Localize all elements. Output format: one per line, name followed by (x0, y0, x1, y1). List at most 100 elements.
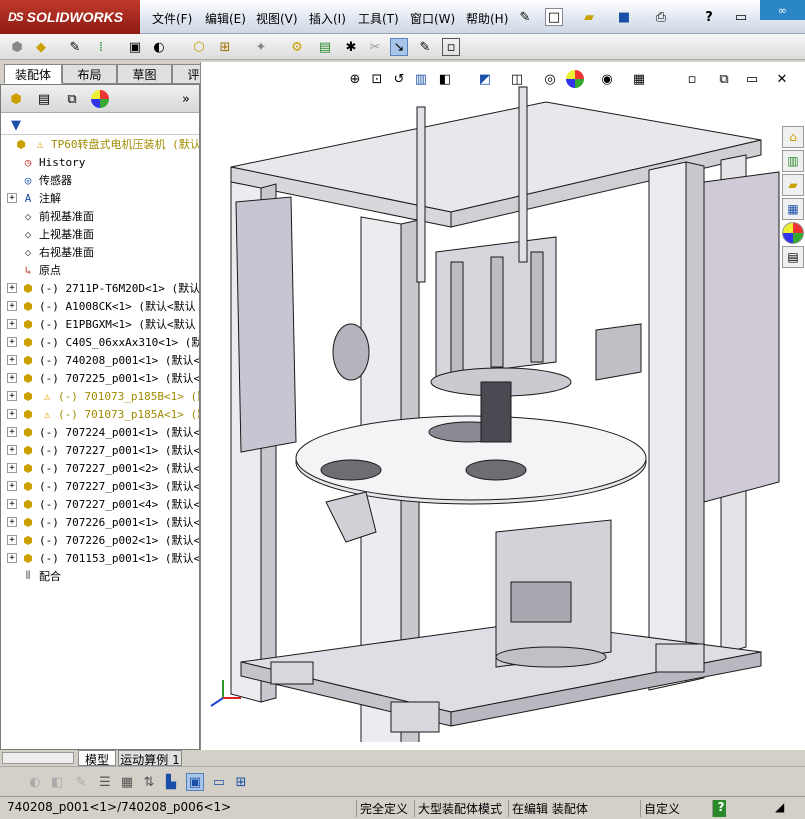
feature-manager-icon[interactable]: ⬢ (7, 90, 25, 108)
property-manager-icon[interactable]: ▤ (35, 90, 53, 108)
expand-icon[interactable]: + (7, 445, 17, 455)
tree-item[interactable]: + ⬢ (-) 707227_p001<4> (默认< (1, 495, 199, 513)
exploded-view-icon[interactable]: ▤ (316, 38, 334, 56)
tree-item[interactable]: + ⬢ (-) 707227_p001<2> (默认< (1, 459, 199, 477)
explode-line-icon[interactable]: ✱ (342, 38, 360, 56)
move-component-icon[interactable]: ▣ (126, 38, 144, 56)
split-view-icon[interactable]: ⊞ (232, 773, 250, 791)
graphics-area[interactable]: ⊕ ⊡ ↺ ▥ ◧ ◩ ◫ ◎ ◉ ▦ ▫ ⧉ ▭ ✕ ⌂ ▥ ▰ ▦ ▤ (200, 62, 805, 750)
tree-item[interactable]: ◇ 右视基准面 (1, 243, 199, 261)
custom-properties-tab-icon[interactable]: ▤ (782, 246, 804, 268)
expand-icon[interactable]: + (7, 463, 17, 473)
menu-window[interactable]: 窗口(W) (410, 10, 455, 27)
solidworks-resources-tab-icon[interactable]: ⌂ (782, 126, 804, 148)
tree-item[interactable]: + ⬢ (-) 707227_p001<3> (默认< (1, 477, 199, 495)
status-help-icon[interactable]: ? (712, 800, 726, 817)
tree-root[interactable]: ⬢ ⚠ TP60转盘式电机压装机 (默认 (1, 135, 199, 153)
status-custom[interactable]: 自定义 (640, 800, 680, 817)
filter-icon[interactable]: ▼ (7, 116, 25, 134)
tree-item[interactable]: ◎ 传感器 (1, 171, 199, 189)
smart-fasteners-icon[interactable]: ✎ (416, 38, 434, 56)
table-icon[interactable]: ▦ (118, 773, 136, 791)
tab-sketch[interactable]: 草图 (117, 64, 172, 84)
tab-assembly[interactable]: 装配体 (4, 64, 62, 84)
tree-item[interactable]: + ⬢ (-) E1PBGXM<1> (默认<默认 (1, 315, 199, 333)
tab-motion-study[interactable]: 运动算例 1 (118, 750, 182, 767)
expand-icon[interactable]: + (7, 481, 17, 491)
tree-item[interactable]: ⫴ 配合 (1, 567, 199, 585)
design-library-tab-icon[interactable]: ▥ (782, 150, 804, 172)
tree-item[interactable]: + ⬢ (-) 707226_p001<1> (默认< (1, 513, 199, 531)
expand-icon[interactable]: + (7, 283, 17, 293)
help-icon[interactable]: ? (700, 8, 718, 26)
tree-item[interactable]: ◇ 上视基准面 (1, 225, 199, 243)
expand-icon[interactable]: + (7, 409, 17, 419)
assembly-features-icon[interactable]: ⬡ (190, 38, 208, 56)
tab-model[interactable]: 模型 (78, 750, 116, 767)
tree-item[interactable]: + ⬢ ⚠ (-) 701073_p185A<1> (默 (1, 405, 199, 423)
linear-pattern-icon[interactable]: ⁞ (92, 38, 110, 56)
appearances-tab-icon[interactable] (782, 222, 804, 244)
shaded-icon[interactable]: ◧ (48, 773, 66, 791)
tree-item[interactable]: + ⬢ (-) 740208_p001<1> (默认< (1, 351, 199, 369)
expand-panel-icon[interactable]: » (177, 90, 195, 108)
assembly-model-view[interactable] (201, 62, 781, 742)
rotate-icon[interactable]: ⇅ (140, 773, 158, 791)
print-icon[interactable]: ⎙ (652, 8, 670, 26)
configuration-manager-icon[interactable]: ⧉ (63, 90, 81, 108)
new-document-icon[interactable]: □ (545, 8, 563, 26)
camera-icon[interactable]: ✎ (72, 773, 90, 791)
solidworks-resources-icon[interactable]: ∞ (760, 0, 805, 20)
instant3d-icon[interactable]: ↘ (390, 38, 408, 56)
expand-icon[interactable]: + (7, 535, 17, 545)
menu-edit[interactable]: 编辑(E) (205, 10, 246, 27)
new-part-icon[interactable]: ◆ (32, 38, 50, 56)
expand-icon[interactable]: + (7, 301, 17, 311)
tree-item[interactable]: + ⬢ (-) 707227_p001<1> (默认< (1, 441, 199, 459)
expand-icon[interactable]: + (7, 337, 17, 347)
large-assembly-icon[interactable]: ▫ (442, 38, 460, 56)
expand-icon[interactable]: + (7, 517, 17, 527)
open-folder-icon[interactable]: ▰ (580, 8, 598, 26)
expand-icon[interactable]: + (7, 355, 17, 365)
expand-icon[interactable]: + (7, 553, 17, 563)
chart-icon[interactable]: ▙ (162, 773, 180, 791)
file-explorer-tab-icon[interactable]: ▰ (782, 174, 804, 196)
tree-item[interactable]: + ⬢ (-) A1008CK<1> (默认<默认 (1, 297, 199, 315)
expand-icon[interactable]: + (7, 193, 17, 203)
tree-item[interactable]: + ⬢ (-) 707225_p001<1> (默认< (1, 369, 199, 387)
mate-icon[interactable]: ✎ (66, 38, 84, 56)
tree-item[interactable]: ◷ History (1, 153, 199, 171)
menu-tools[interactable]: 工具(T) (358, 10, 399, 27)
tree-item[interactable]: + ⬢ ⚠ (-) 701073_p185B<1> (默 (1, 387, 199, 405)
expand-icon[interactable]: + (7, 427, 17, 437)
bill-of-materials-icon[interactable]: ⚙ (288, 38, 306, 56)
render-icon[interactable]: ◐ (26, 773, 44, 791)
expand-icon[interactable]: + (7, 499, 17, 509)
expand-icon[interactable]: + (7, 391, 17, 401)
tree-item[interactable]: + ⬢ (-) 707226_p002<1> (默认< (1, 531, 199, 549)
menu-view[interactable]: 视图(V) (256, 10, 298, 27)
tree-item[interactable]: + ⬢ (-) C40S_06xxAx310<1> (默 (1, 333, 199, 351)
interference-icon[interactable]: ✂ (366, 38, 384, 56)
tree-item[interactable]: + ⬢ (-) 707224_p001<1> (默认< (1, 423, 199, 441)
save-icon[interactable]: ■ (615, 8, 633, 26)
tree-item[interactable]: ◇ 前视基准面 (1, 207, 199, 225)
view-palette-tab-icon[interactable]: ▦ (782, 198, 804, 220)
insert-component-icon[interactable]: ⬢ (8, 38, 26, 56)
window-view-icon[interactable]: ▭ (210, 773, 228, 791)
tree-item[interactable]: + ⬢ (-) 701153_p001<1> (默认< (1, 549, 199, 567)
new-motion-study-icon[interactable]: ✦ (252, 38, 270, 56)
tab-layout[interactable]: 布局 (62, 64, 117, 84)
horizontal-scrollbar[interactable] (2, 752, 74, 764)
list-icon[interactable]: ☰ (96, 773, 114, 791)
menu-insert[interactable]: 插入(I) (309, 10, 346, 27)
expand-icon[interactable]: + (7, 373, 17, 383)
tree-item[interactable]: + A 注解 (1, 189, 199, 207)
hide-show-icon[interactable]: ◐ (150, 38, 168, 56)
menu-file[interactable]: 文件(F) (152, 10, 192, 27)
display-manager-icon[interactable] (91, 90, 109, 108)
pin-icon[interactable]: ✎ (516, 8, 534, 26)
expand-icon[interactable]: + (7, 319, 17, 329)
tree-item[interactable]: ↳ 原点 (1, 261, 199, 279)
